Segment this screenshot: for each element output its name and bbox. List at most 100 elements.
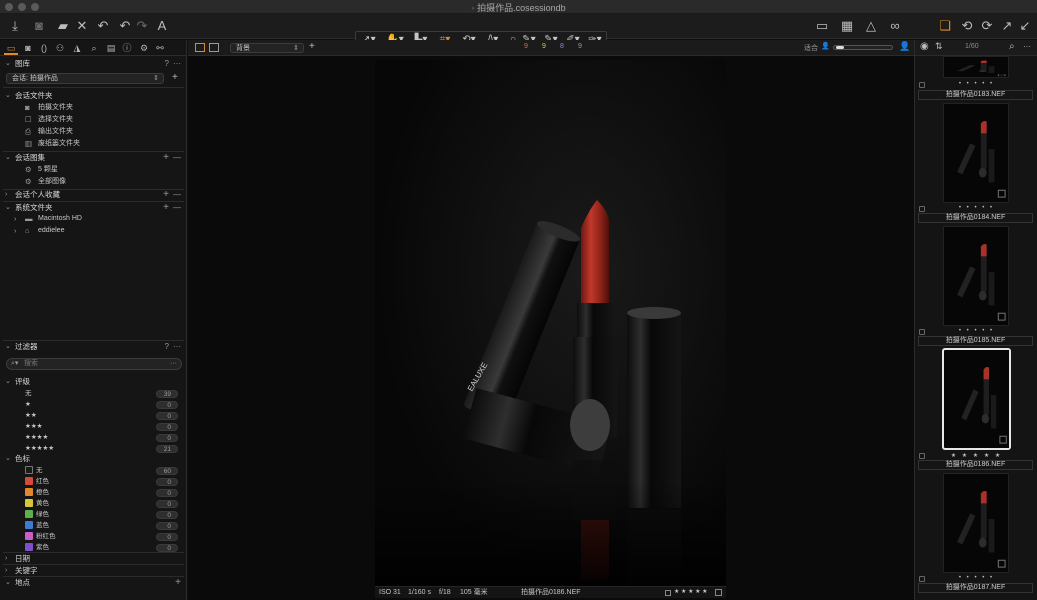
rating-filter-row[interactable]: ★★★ 0 [0,421,187,432]
thumbnail-image[interactable] [943,226,1009,326]
chevron-down-icon: ⌄ [5,92,11,99]
thumbnail-rating[interactable]: • • • • • [915,575,1037,581]
help-icon[interactable]: ? [165,341,169,352]
text-annotation-icon[interactable]: A [153,17,171,35]
add-album-button[interactable]: + [163,152,169,163]
remove-system-folder-button[interactable]: — [173,202,181,213]
system-folder-home[interactable]: › ⌂ eddielee [0,225,187,237]
undo-history-icon[interactable]: ↶ [94,17,112,35]
session-favorites-header[interactable]: › 会话个人收藏 + — [0,189,187,200]
help-icon[interactable]: ? [165,58,169,69]
location-filter-header[interactable]: ⌄ 地点 + [0,577,187,588]
copy-adjustments-icon[interactable]: ❏ [936,17,954,35]
caption-checkbox[interactable] [665,590,671,596]
add-location-button[interactable]: + [175,577,181,588]
zoom-fit-label[interactable]: 适合 [804,43,818,53]
caption-stars[interactable]: ★ ★ ★ ★ ★ [674,587,708,598]
search-icon[interactable]: ⌕ [1009,41,1015,52]
thumbnail-image[interactable] [943,103,1009,203]
add-favorite-button[interactable]: + [163,189,169,200]
remove-favorite-button[interactable]: — [173,189,181,200]
rating-filter-row[interactable]: ★★ 0 [0,410,187,421]
album-item-all-images[interactable]: ⚙ 全部图像 [0,176,187,188]
chevron-right-icon: › [5,191,8,198]
more-icon[interactable]: ··· [173,58,181,69]
zoom-slider-thumb[interactable] [836,46,844,49]
color-tag-filter-row[interactable]: 绿色 0 [0,509,187,520]
color-tab-icon[interactable]: ⚇ [53,41,67,55]
rating-filter-row[interactable]: 无 39 [0,388,187,399]
delete-icon[interactable]: ✕ [73,17,91,35]
thumbnail-rating[interactable]: • • • • • [915,81,1037,87]
system-folders-header[interactable]: ⌄ 系统文件夹 + — [0,202,187,213]
session-folders-header[interactable]: ⌄ 会话文件夹 [0,90,187,101]
library-tab-icon[interactable]: ▭ [4,41,18,55]
apply-icon[interactable]: ↙ [1016,17,1034,35]
filter-search-input[interactable]: ⌕▾ 搜索 ··· [6,358,182,370]
main-photo[interactable]: EALUXE [375,60,726,586]
color-tag-filter-row[interactable]: 红色 0 [0,476,187,487]
session-albums-header[interactable]: ⌄ 会话图集 + — [0,152,187,163]
folder-item-selects[interactable]: ☐ 选择文件夹 [0,114,187,126]
system-folder-macintosh-hd[interactable]: › ▬ Macintosh HD [0,213,187,225]
folder-item-capture[interactable]: ◙ 拍摄文件夹 [0,102,187,114]
keywords-filter-header[interactable]: › 关键字 [0,565,187,576]
style-preset-select[interactable]: 背景 ⇕ [230,43,304,53]
folder-item-trash[interactable]: ▥ 废纸篓文件夹 [0,138,187,150]
details-tab-icon[interactable]: ⌕ [87,41,101,55]
library-header[interactable]: ⌄ 图库? ··· [0,58,187,69]
thumbnail-rating[interactable]: • • • • • [915,205,1037,211]
expand-icon[interactable]: ↗ [998,17,1016,35]
grid-icon[interactable]: ▦ [838,17,856,35]
thumbnail-rating[interactable]: ★ ★ ★ ★ ★ [915,452,1037,459]
thumbnail-rating[interactable]: • • • • • [915,328,1037,334]
output-tab-icon[interactable]: ⚙ [137,41,151,55]
add-catalog-button[interactable]: + [172,72,178,83]
color-tag-filter-row[interactable]: 黄色 0 [0,498,187,509]
warning-icon[interactable]: △ [862,17,880,35]
caption-tag-icon[interactable] [715,589,722,596]
color-tag-filter-header[interactable]: ⌄ 色标 [0,453,187,464]
sort-icon[interactable]: ⇅ [935,41,943,52]
rotate-right-icon[interactable]: ⟳ [978,17,996,35]
adjustments-tab-icon[interactable]: ▤ [104,41,118,55]
thumbnail-image[interactable] [943,473,1009,573]
folder-item-output[interactable]: ⎙ 输出文件夹 [0,126,187,138]
glasses-icon[interactable]: ∞ [886,17,904,35]
color-tag-filter-row[interactable]: 无 60 [0,465,187,476]
more-icon[interactable]: ··· [173,341,181,352]
rating-filter-row[interactable]: ★★★★ 0 [0,432,187,443]
exposure-tab-icon[interactable]: ◮ [70,41,84,55]
proof-icon[interactable]: ▭ [813,17,831,35]
color-tag-filter-row[interactable]: 橙色 0 [0,487,187,498]
camera-icon[interactable]: ◙ [30,17,48,35]
metadata-tab-icon[interactable]: ⓘ [120,41,134,55]
session-select[interactable]: 会话: 拍摄作品 ⇕ [6,73,164,84]
zoom-slider[interactable] [833,45,893,50]
color-tag-filter-row[interactable]: 粉红色 0 [0,531,187,542]
rating-filter-row[interactable]: ★ 0 [0,399,187,410]
remove-album-button[interactable]: — [173,152,181,163]
add-system-folder-button[interactable]: + [163,202,169,213]
album-item-five-stars[interactable]: ⚙ 5 颗星 [0,164,187,176]
batch-tab-icon[interactable]: ⚯ [153,41,167,55]
add-variant-button[interactable]: + [309,41,315,52]
multi-view-icon[interactable] [195,43,205,52]
rating-filter-header[interactable]: ⌄ 评级 [0,376,187,387]
rotate-left-icon[interactable]: ⟲ [958,17,976,35]
undo-icon[interactable]: ↶ [116,17,134,35]
lens-tab-icon[interactable]: () [37,41,51,55]
import-icon[interactable]: ⤓ [6,17,24,35]
single-view-icon[interactable] [209,43,219,52]
thumbnail-image[interactable] [942,348,1011,450]
eye-icon[interactable]: ◉ [920,41,929,52]
redo-icon[interactable]: ↷ [133,17,151,35]
filters-header[interactable]: ⌄ 过滤器? ··· [0,341,187,352]
folder-icon[interactable]: ▰ [54,17,72,35]
color-tag-filter-row[interactable]: 蓝色 0 [0,520,187,531]
thumbnail-image[interactable] [943,56,1009,78]
more-icon[interactable]: ··· [1023,42,1031,51]
date-filter-header[interactable]: › 日期 [0,553,187,564]
more-icon[interactable]: ··· [170,359,177,369]
capture-tab-icon[interactable]: ◙ [21,41,35,55]
